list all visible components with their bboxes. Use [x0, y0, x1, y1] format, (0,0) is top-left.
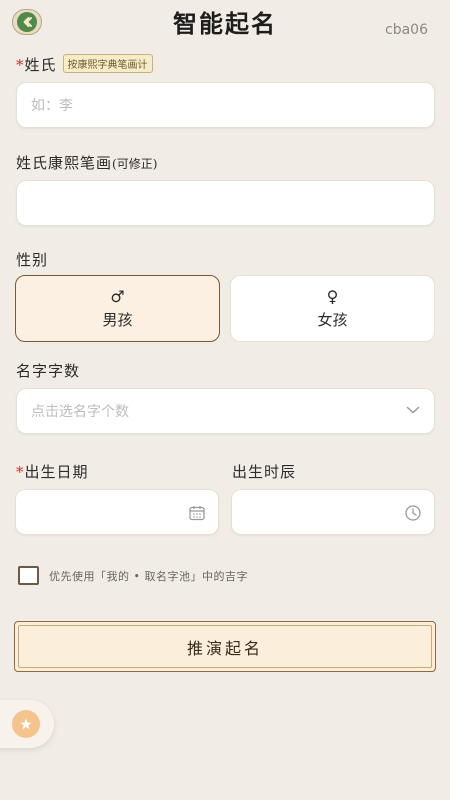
stroke-rule-badge: 按康熙字典笔画计	[62, 54, 153, 73]
page-code: cba06	[385, 22, 428, 38]
gender-label: 性别	[16, 251, 49, 269]
birth-hour-input[interactable]	[231, 489, 435, 535]
gender-option-girl[interactable]: ♀ 女孩	[230, 275, 435, 342]
page-title: 智能起名	[173, 9, 277, 38]
floating-assistant-tab[interactable]	[0, 700, 54, 748]
birth-date-label: *出生日期	[16, 461, 89, 482]
submit-label: 推演起名	[186, 638, 263, 658]
strokes-label-text: 姓氏康熙笔画	[16, 154, 113, 172]
male-icon: ♂	[110, 286, 125, 306]
required-mark: *	[16, 463, 25, 481]
prefer-pool-label: 优先使用「我的 • 取名字池」中的吉字	[49, 569, 248, 583]
strokes-input[interactable]	[16, 180, 435, 226]
surname-placeholder: 如：李	[31, 98, 73, 114]
submit-button[interactable]: 推演起名	[14, 621, 436, 672]
birth-date-input[interactable]	[15, 489, 219, 535]
name-length-label: 名字字数	[16, 362, 81, 380]
name-length-placeholder: 点击选名字个数	[31, 404, 129, 420]
prefer-pool-checkbox[interactable]	[18, 566, 39, 585]
surname-label: *姓氏 按康熙字典笔画计	[16, 54, 153, 75]
strokes-label: 姓氏康熙笔画(可修正)	[16, 152, 157, 173]
gender-option-boy[interactable]: ♂ 男孩	[15, 275, 220, 342]
female-icon: ♀	[326, 286, 339, 306]
gender-option-label: 男孩	[102, 310, 133, 329]
birth-hour-label: 出生时辰	[232, 463, 297, 481]
strokes-note: (可修正)	[112, 157, 158, 171]
birth-date-label-text: 出生日期	[24, 463, 89, 481]
prefer-pool-row[interactable]: 优先使用「我的 • 取名字池」中的吉字	[18, 566, 248, 585]
gender-option-label: 女孩	[317, 310, 348, 329]
header: 智能起名 cba06	[0, 0, 450, 50]
clock-icon	[404, 504, 422, 522]
name-length-select[interactable]: 点击选名字个数	[16, 388, 435, 434]
required-mark: *	[16, 56, 25, 74]
coin-icon	[12, 710, 40, 738]
calendar-icon	[188, 504, 206, 522]
surname-input[interactable]: 如：李	[16, 82, 435, 128]
surname-label-text: 姓氏	[24, 56, 57, 74]
chevron-down-icon	[406, 403, 420, 419]
